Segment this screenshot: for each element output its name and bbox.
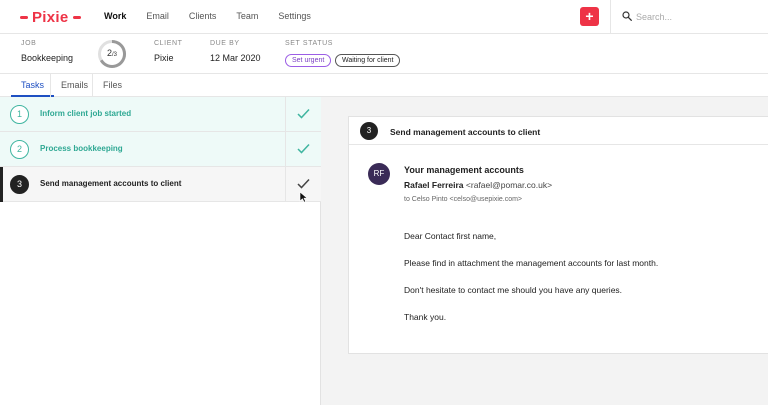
pixie-logo[interactable]: Pixie xyxy=(20,7,81,27)
email-body-line: Please find in attachment the management… xyxy=(404,258,659,268)
task-number: 1 xyxy=(10,105,29,124)
client-label: CLIENT xyxy=(154,40,183,47)
email-to: to Celso Pinto <celso@usepixie.com> xyxy=(404,196,522,203)
top-navigation-bar: Pixie Work Email Clients Team Settings + xyxy=(0,0,768,34)
check-icon xyxy=(297,143,310,154)
nav-item-work[interactable]: Work xyxy=(104,11,126,21)
email-card-header: 3 Send management accounts to client xyxy=(349,117,768,145)
detail-task-title: Send management accounts to client xyxy=(390,127,541,137)
tab-bar: Tasks Emails Files xyxy=(0,74,768,97)
progress-total: 3 xyxy=(113,52,118,58)
task-row[interactable]: 1 Inform client job started xyxy=(0,97,321,132)
search-icon xyxy=(622,11,632,21)
job-value: Bookkeeping xyxy=(21,53,74,63)
active-task-indicator xyxy=(0,167,3,202)
set-urgent-tag[interactable]: Set urgent xyxy=(285,54,332,67)
status-field: SET STATUS xyxy=(285,40,333,47)
search-input[interactable] xyxy=(636,9,756,25)
logo-text: Pixie xyxy=(32,8,69,26)
task-complete-toggle[interactable] xyxy=(285,132,321,167)
progress-ring: 2/3 xyxy=(97,39,127,69)
status-label: SET STATUS xyxy=(285,40,334,47)
sender-email: <rafael@pomar.co.uk> xyxy=(465,180,553,190)
email-body-line: Thank you. xyxy=(404,312,447,322)
add-button[interactable]: + xyxy=(580,7,599,26)
progress-text: 2/3 xyxy=(106,48,118,58)
task-list: 1 Inform client job started 2 Process bo… xyxy=(0,97,321,405)
task-complete-toggle[interactable] xyxy=(285,97,321,132)
logo-dash-right xyxy=(72,15,81,19)
client-field: CLIENT Pixie xyxy=(154,40,183,63)
tab-tasks[interactable]: Tasks xyxy=(11,74,55,97)
job-header: JOB Bookkeeping 2/3 CLIENT Pixie DUE BY … xyxy=(0,34,768,74)
nav-item-clients[interactable]: Clients xyxy=(189,11,217,21)
sender-name: Rafael Ferreira xyxy=(404,180,464,190)
due-field: DUE BY 12 Mar 2020 xyxy=(210,40,261,63)
detail-task-number: 3 xyxy=(360,122,378,140)
task-title: Send management accounts to client xyxy=(40,179,182,188)
email-body-line: Dear Contact first name, xyxy=(404,231,497,241)
due-label: DUE BY xyxy=(210,40,240,47)
logo-dash-left xyxy=(20,15,28,19)
recipient-name: to Celso Pinto xyxy=(404,196,448,203)
nav-item-settings[interactable]: Settings xyxy=(278,11,311,21)
task-row[interactable]: 3 Send management accounts to client xyxy=(0,167,321,202)
email-body-line: Don't hesitate to contact me should you … xyxy=(404,285,623,295)
tab-emails[interactable]: Emails xyxy=(50,74,98,97)
mouse-cursor-icon xyxy=(299,191,308,203)
task-title: Inform client job started xyxy=(40,109,132,118)
check-icon xyxy=(297,178,310,189)
email-card: 3 Send management accounts to client RF … xyxy=(348,116,768,354)
tab-files[interactable]: Files xyxy=(92,74,132,97)
avatar: RF xyxy=(368,163,390,185)
due-value[interactable]: 12 Mar 2020 xyxy=(210,53,261,63)
waiting-for-client-tag[interactable]: Waiting for client xyxy=(335,54,401,67)
nav-item-email[interactable]: Email xyxy=(146,11,169,21)
task-title: Process bookkeeping xyxy=(40,144,123,153)
check-icon xyxy=(297,108,310,119)
email-subject: Your management accounts xyxy=(404,165,524,175)
main-nav: Work Email Clients Team Settings xyxy=(104,11,331,21)
email-from: Rafael Ferreira <rafael@pomar.co.uk> xyxy=(404,180,552,190)
client-value[interactable]: Pixie xyxy=(154,53,183,63)
recipient-email: <celso@usepixie.com> xyxy=(449,196,523,203)
task-row[interactable]: 2 Process bookkeeping xyxy=(0,132,321,167)
task-number: 2 xyxy=(10,140,29,159)
job-label: JOB xyxy=(21,40,37,47)
job-field: JOB Bookkeeping xyxy=(21,40,73,63)
nav-item-team[interactable]: Team xyxy=(236,11,258,21)
task-number: 3 xyxy=(10,175,29,194)
search-box xyxy=(610,0,768,34)
